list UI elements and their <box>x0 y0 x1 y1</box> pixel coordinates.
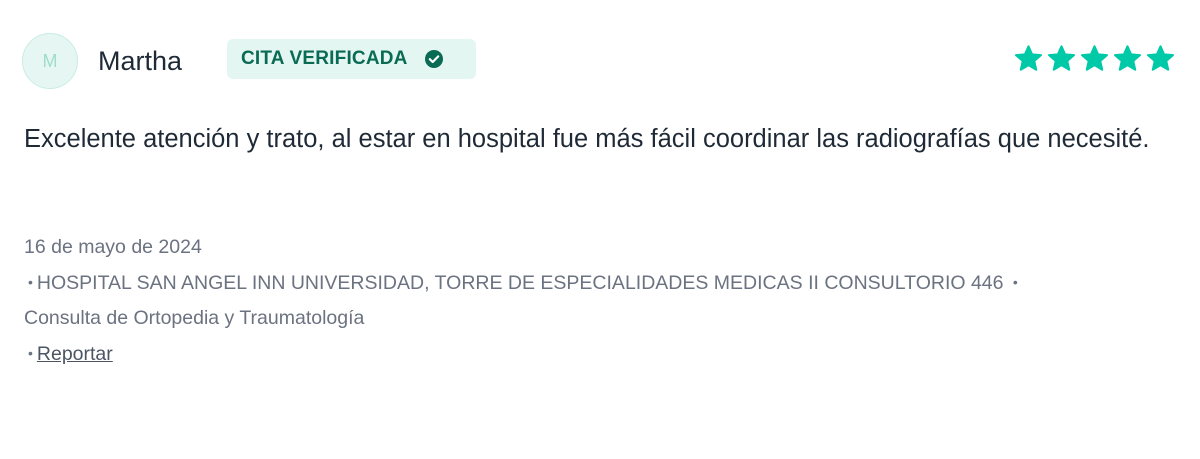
verified-badge-label: CITA VERIFICADA <box>241 48 408 69</box>
avatar-initial: M <box>42 50 58 71</box>
star-icon <box>1112 44 1143 74</box>
review-comment: Excelente atención y trato, al estar en … <box>24 125 1150 153</box>
review-service: Consulta de Ortopedia y Traumatología <box>24 307 365 329</box>
check-circle-icon <box>424 49 444 69</box>
verified-badge: CITA VERIFICADA <box>227 39 476 79</box>
bullet-separator: • <box>1012 274 1018 290</box>
bullet-separator: • <box>28 274 33 290</box>
star-icon <box>1145 44 1176 74</box>
rating-stars <box>1013 44 1176 74</box>
avatar: M <box>22 33 78 89</box>
star-icon <box>1013 44 1044 74</box>
report-link[interactable]: Reportar <box>37 343 113 365</box>
review-card: M Martha CITA VERIFICADA Excelente atenc… <box>0 0 1200 459</box>
report-row: • Reportar <box>24 341 113 368</box>
review-date: 16 de mayo de 2024 <box>24 236 202 258</box>
review-author: Martha <box>98 46 183 76</box>
review-location: HOSPITAL SAN ANGEL INN UNIVERSIDAD, TORR… <box>36 272 1004 294</box>
star-icon <box>1046 44 1077 74</box>
star-icon <box>1079 44 1110 74</box>
review-location-line: • HOSPITAL SAN ANGEL INN UNIVERSIDAD, TOR… <box>24 266 1184 335</box>
bullet-separator: • <box>28 345 33 361</box>
